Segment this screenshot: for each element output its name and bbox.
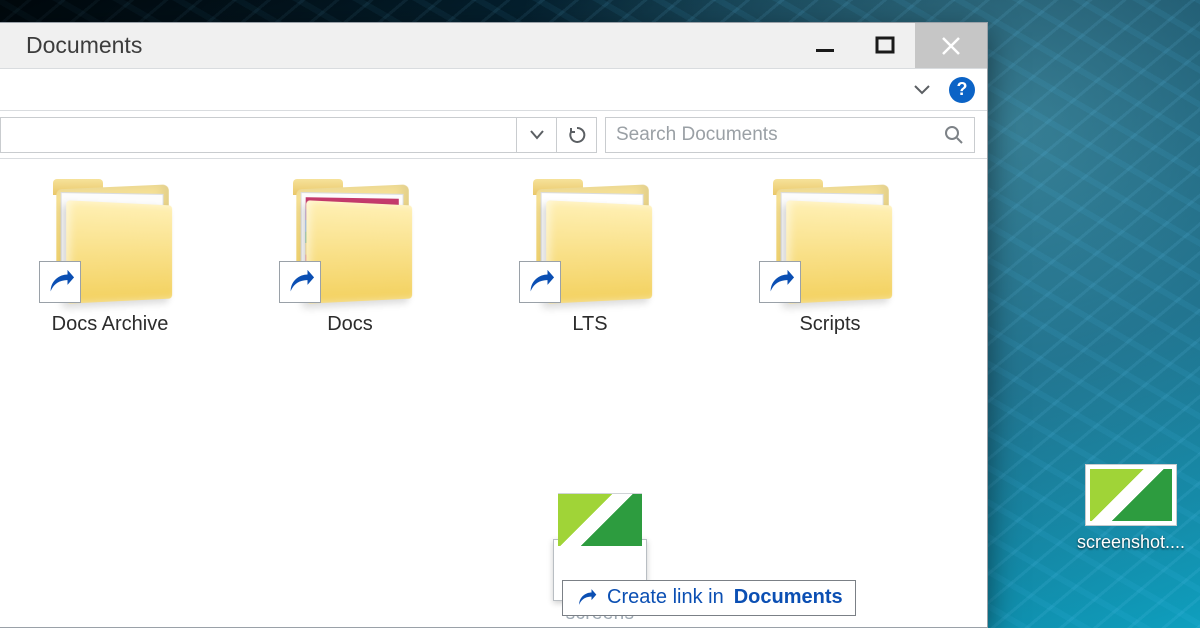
help-icon: ? [957, 79, 968, 100]
folder-icon [755, 177, 905, 307]
search-input[interactable] [616, 124, 934, 146]
minimize-button[interactable] [795, 23, 855, 68]
refresh-icon [568, 126, 586, 144]
help-button[interactable]: ? [949, 77, 975, 103]
tooltip-target-text: Documents [734, 586, 843, 609]
shortcut-overlay-icon [519, 261, 561, 303]
folder-content-area[interactable]: Docs Archive Docs LTS Scripts [0, 159, 987, 627]
chevron-down-icon [913, 81, 931, 99]
explorer-window: Documents ? [0, 22, 988, 628]
search-box[interactable] [605, 117, 975, 153]
shortcut-overlay-icon [759, 261, 801, 303]
folder-icon [275, 177, 425, 307]
folder-icon [35, 177, 185, 307]
folder-shortcut-item[interactable]: LTS [500, 177, 680, 336]
tooltip-action-text: Create link in [607, 586, 724, 609]
ribbon-bar: ? [0, 69, 987, 111]
desktop-file-item[interactable]: screenshot.... [1072, 464, 1190, 553]
folder-label: Scripts [740, 313, 920, 336]
shortcut-overlay-icon [39, 261, 81, 303]
desktop-file-label: screenshot.... [1072, 532, 1190, 553]
address-bar[interactable] [0, 117, 597, 153]
close-button[interactable] [915, 23, 987, 68]
folder-shortcut-item[interactable]: Docs Archive [20, 177, 200, 336]
folder-shortcut-item[interactable]: Scripts [740, 177, 920, 336]
navigation-bar [0, 111, 987, 159]
ribbon-expand-button[interactable] [909, 77, 935, 103]
shortcut-arrow-icon [575, 587, 597, 609]
shortcut-overlay-icon [279, 261, 321, 303]
folder-shortcut-item[interactable]: Docs [260, 177, 440, 336]
search-icon [944, 125, 964, 145]
maximize-button[interactable] [855, 23, 915, 68]
title-bar[interactable]: Documents [0, 23, 987, 69]
window-title: Documents [26, 32, 142, 59]
image-thumbnail-icon [1085, 464, 1177, 526]
chevron-down-icon [529, 127, 545, 143]
folder-label: LTS [500, 313, 680, 336]
drop-action-tooltip: Create link in Documents [562, 580, 856, 616]
address-history-button[interactable] [516, 118, 556, 152]
folder-label: Docs Archive [20, 313, 200, 336]
folder-label: Docs [260, 313, 440, 336]
refresh-button[interactable] [556, 118, 596, 152]
folder-icon [515, 177, 665, 307]
